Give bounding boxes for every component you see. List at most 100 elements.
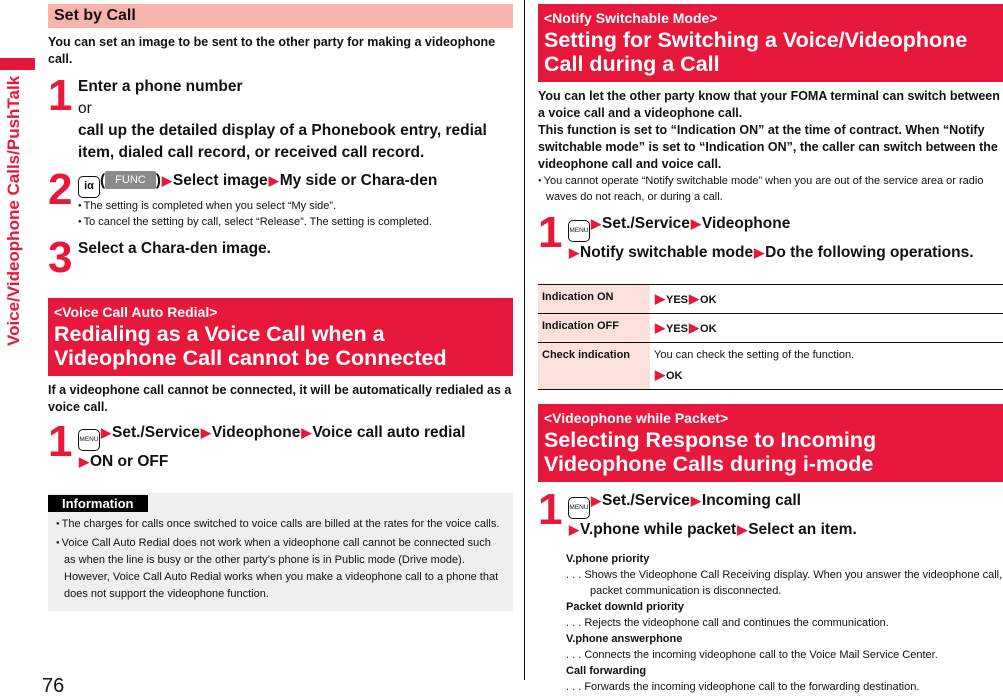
- option-name: Packet downld priority: [566, 601, 684, 613]
- step-1: 1 Enter a phone number or call up the de…: [48, 71, 513, 164]
- path-item: Notify switchable mode: [580, 244, 754, 261]
- step-text: iα(FUNC)▶Select image▶My side or Chara-d…: [78, 170, 513, 198]
- path-item: YES: [666, 323, 689, 335]
- arrow-right-icon: ▶: [655, 367, 665, 382]
- notify-step-1: 1 MENU ▶Set./Service▶Videophone ▶Notify sw…: [538, 208, 1003, 264]
- path-item: Videophone: [211, 424, 301, 441]
- option-description: . . . Shows the Videophone Call Receivin…: [566, 569, 1003, 597]
- step-text: Enter a phone number: [78, 78, 243, 95]
- arrow-right-icon: ▶: [569, 245, 579, 260]
- table-row: Check indication You can check the setti…: [538, 342, 1003, 390]
- step-number: 2: [48, 165, 73, 214]
- packet-step-1: 1 MENU ▶Set./Service▶Incoming call ▶V.phon…: [538, 485, 1003, 541]
- menu-key-icon: MENU: [568, 220, 590, 242]
- left-column: Set by Call You can set an image to be s…: [48, 0, 513, 611]
- path-item: Set./Service: [602, 492, 690, 509]
- arrow-right-icon: ▶: [689, 291, 700, 306]
- section-heading-packet: <Videophone while Packet> Selecting Resp…: [538, 404, 1003, 482]
- step-number: 1: [538, 485, 563, 534]
- menu-key-icon: MENU: [568, 497, 590, 519]
- path-item: Videophone: [701, 215, 791, 232]
- section-subtitle: <Videophone while Packet>: [544, 410, 729, 426]
- step-number: 1: [48, 71, 73, 120]
- path-item: Select an item.: [748, 521, 857, 538]
- arrow-right-icon: ▶: [161, 173, 172, 188]
- section-subtitle: <Notify Switchable Mode>: [544, 10, 718, 26]
- arrow-right-icon: ▶: [655, 320, 665, 335]
- arrow-right-icon: ▶: [591, 216, 601, 231]
- row-description: You can check the setting of the functio…: [654, 349, 855, 361]
- notify-intro: You can let the other party know that yo…: [538, 89, 1000, 171]
- right-column: <Notify Switchable Mode> Setting for Swi…: [538, 0, 1003, 695]
- column-divider: [524, 0, 525, 680]
- path-item: OK: [700, 294, 717, 306]
- step-text: call up the detailed display of a Phoneb…: [78, 122, 487, 161]
- row-value: ▶YES▶OK: [650, 313, 1003, 343]
- path-item: Incoming call: [701, 492, 801, 509]
- arrow-right-icon: ▶: [690, 216, 701, 231]
- auto-redial-intro: If a videophone call cannot be connected…: [48, 383, 512, 414]
- information-item: Voice Call Auto Redial does not work whe…: [56, 535, 505, 603]
- arrow-right-icon: ▶: [690, 493, 701, 508]
- step-text: MENU ▶Set./Service▶Videophone ▶Notify swit…: [568, 213, 1003, 264]
- arrow-right-icon: ▶: [737, 522, 748, 537]
- arrow-right-icon: ▶: [591, 493, 601, 508]
- option-name: V.phone priority: [566, 553, 650, 565]
- path-item: Select image: [172, 172, 268, 189]
- section-heading-auto-redial: <Voice Call Auto Redial> Redialing as a …: [48, 298, 513, 376]
- arrow-right-icon: ▶: [200, 425, 211, 440]
- path-item: Voice call auto redial: [312, 424, 466, 441]
- path-item: Do the following operations.: [765, 244, 974, 261]
- step-number: 1: [48, 417, 73, 466]
- path-item: Set./Service: [602, 215, 690, 232]
- func-key-icon: FUNC: [105, 171, 156, 189]
- arrow-right-icon: ▶: [569, 522, 579, 537]
- path-item: V.phone while packet: [580, 521, 737, 538]
- step-text: Select a Chara-den image.: [78, 240, 271, 257]
- row-value: ▶YES▶OK: [650, 284, 1003, 314]
- row-label: Indication ON: [538, 284, 650, 314]
- arrow-right-icon: ▶: [301, 425, 312, 440]
- path-item: YES: [666, 294, 689, 306]
- section-heading-notify: <Notify Switchable Mode> Setting for Swi…: [538, 4, 1003, 82]
- arrow-right-icon: ▶: [268, 173, 279, 188]
- path-item: OK: [700, 323, 717, 335]
- option-description: . . . Rejects the videophone call and co…: [566, 617, 889, 629]
- section-heading-set-by-call: Set by Call: [48, 4, 513, 28]
- side-tab-label: Voice/Videophone Calls/PushTalk: [4, 76, 23, 347]
- step-text: MENU ▶Set./Service▶Videophone▶Voice call …: [78, 422, 513, 473]
- arrow-right-icon: ▶: [79, 454, 89, 469]
- information-label: Information: [48, 495, 148, 512]
- option-description: . . . Connects the incoming videophone c…: [566, 649, 938, 661]
- table-row: Indication OFF ▶YES▶OK: [538, 313, 1003, 343]
- row-value: You can check the setting of the functio…: [650, 342, 1003, 390]
- operations-table: Indication ON ▶YES▶OK Indication OFF ▶YE…: [538, 284, 1003, 390]
- arrow-right-icon: ▶: [655, 291, 665, 306]
- step-number: 1: [538, 208, 563, 257]
- page-number: 76: [42, 675, 65, 697]
- path-item: My side or Chara-den: [279, 172, 438, 189]
- section-title: Selecting Response to Incoming Videophon…: [544, 428, 877, 476]
- step-2: 2 iα(FUNC)▶Select image▶My side or Chara…: [48, 165, 513, 230]
- path-item: Set./Service: [112, 424, 200, 441]
- note-bullet: The setting is completed when you select…: [78, 198, 513, 214]
- option-name: Call forwarding: [566, 665, 647, 677]
- section-title: Setting for Switching a Voice/Videophone…: [544, 28, 968, 76]
- auto-redial-step-1: 1 MENU ▶Set./Service▶Videophone▶Voice cal…: [48, 417, 513, 473]
- step-text: MENU ▶Set./Service▶Incoming call ▶V.phone …: [568, 490, 1003, 541]
- menu-key-icon: MENU: [78, 429, 100, 451]
- arrow-right-icon: ▶: [754, 245, 765, 260]
- option-description: . . . Forwards the incoming videophone c…: [566, 681, 920, 693]
- path-item: OK: [666, 370, 683, 382]
- section-subtitle: <Voice Call Auto Redial>: [54, 304, 218, 320]
- set-by-call-intro: You can set an image to be sent to the o…: [48, 35, 496, 66]
- step-number: 3: [48, 233, 73, 282]
- note-bullet: To cancel the setting by call, select “R…: [78, 214, 513, 230]
- i-alpha-key-icon: iα: [78, 176, 100, 198]
- step-3: 3 Select a Chara-den image.: [48, 236, 513, 280]
- arrow-right-icon: ▶: [101, 425, 111, 440]
- option-name: V.phone answerphone: [566, 633, 683, 645]
- information-item: The charges for calls once switched to v…: [56, 516, 505, 533]
- note-bullet: You cannot operate “Notify switchable mo…: [538, 173, 1003, 205]
- path-item: ON or OFF: [90, 453, 169, 470]
